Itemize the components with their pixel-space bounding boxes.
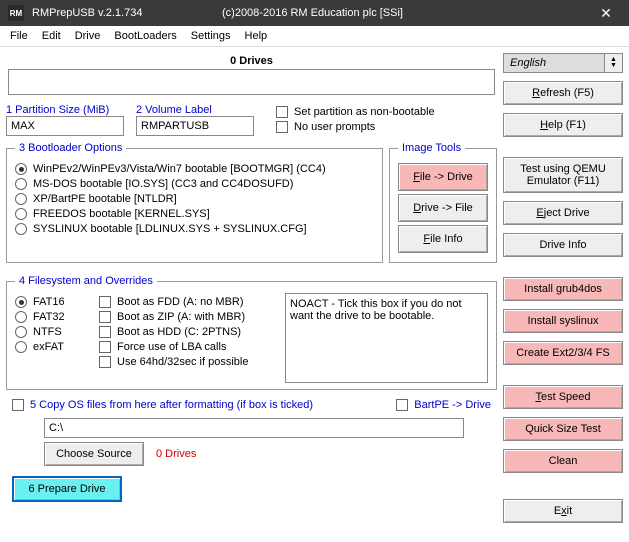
app-icon: RM [8, 5, 24, 21]
fs-chk-64hd-label: Use 64hd/32sec if possible [117, 356, 248, 368]
fs-radio-fat32[interactable] [15, 311, 27, 323]
file-info-button[interactable]: File Info [398, 225, 488, 253]
partition-size-input[interactable] [6, 116, 124, 136]
copy-status: 0 Drives [156, 448, 196, 460]
drive-to-file-button[interactable]: Drive -> File [398, 194, 488, 222]
fs-label-fat16: FAT16 [33, 296, 65, 308]
eject-drive-button[interactable]: Eject Drive [503, 201, 623, 225]
close-icon[interactable]: ✕ [591, 5, 621, 22]
fs-label-exfat: exFAT [33, 341, 64, 353]
drives-count-label: 0 Drives [6, 53, 497, 69]
image-tools-group: Image Tools FFile -> Driveile -> Drive D… [389, 142, 497, 263]
fs-chk-zip-label: Boot as ZIP (A: with MBR) [117, 311, 245, 323]
boot-label-winpe: WinPEv2/WinPEv3/Vista/Win7 bootable [BOO… [33, 163, 326, 175]
spinner-arrows-icon[interactable]: ▲▼ [605, 53, 623, 73]
partition-size-label: 1 Partition Size (MiB) [6, 104, 124, 116]
install-syslinux-button[interactable]: Install syslinux [503, 309, 623, 333]
menu-file[interactable]: File [10, 30, 28, 42]
boot-radio-xp[interactable] [15, 193, 27, 205]
fs-label-ntfs: NTFS [33, 326, 62, 338]
drives-list[interactable] [8, 69, 495, 95]
fs-chk-zip[interactable] [99, 311, 111, 323]
volume-label-label: 2 Volume Label [136, 104, 254, 116]
noprompts-checkbox[interactable] [276, 121, 288, 133]
language-value: English [503, 53, 605, 73]
test-speed-button[interactable]: Test Speed [503, 385, 623, 409]
refresh-button[interactable]: Refresh (F5) [503, 81, 623, 105]
titlebar: RM RMPrepUSB v.2.1.734 (c)2008-2016 RM E… [0, 0, 629, 26]
filesystem-group: 4 Filesystem and Overrides FAT16 FAT32 N… [6, 275, 497, 390]
fs-chk-lba-label: Force use of LBA calls [117, 341, 226, 353]
fs-radio-fat16[interactable] [15, 296, 27, 308]
fs-radio-exfat[interactable] [15, 341, 27, 353]
menu-help[interactable]: Help [245, 30, 268, 42]
boot-label-xp: XP/BartPE bootable [NTLDR] [33, 193, 177, 205]
boot-label-freedos: FREEDOS bootable [KERNEL.SYS] [33, 208, 210, 220]
bootloader-legend: 3 Bootloader Options [15, 142, 126, 154]
language-selector[interactable]: English ▲▼ [503, 53, 623, 73]
fs-chk-hdd[interactable] [99, 326, 111, 338]
fs-chk-hdd-label: Boot as HDD (C: 2PTNS) [117, 326, 241, 338]
fs-radio-ntfs[interactable] [15, 326, 27, 338]
filesystem-legend: 4 Filesystem and Overrides [15, 275, 157, 287]
volume-label-input[interactable] [136, 116, 254, 136]
choose-source-button[interactable]: Choose Source [44, 442, 144, 466]
boot-label-msdos: MS-DOS bootable [IO.SYS] (CC3 and CC4DOS… [33, 178, 293, 190]
boot-radio-syslinux[interactable] [15, 223, 27, 235]
boot-label-syslinux: SYSLINUX bootable [LDLINUX.SYS + SYSLINU… [33, 223, 307, 235]
fs-label-fat32: FAT32 [33, 311, 65, 323]
bartpe-label: BartPE -> Drive [414, 399, 491, 411]
window-subtitle: (c)2008-2016 RM Education plc [SSi] [222, 7, 403, 19]
bootloader-options-group: 3 Bootloader Options WinPEv2/WinPEv3/Vis… [6, 142, 383, 263]
nonbootable-checkbox[interactable] [276, 106, 288, 118]
fs-chk-fdd-label: Boot as FDD (A: no MBR) [117, 296, 244, 308]
menu-settings[interactable]: Settings [191, 30, 231, 42]
noprompts-label: No user prompts [294, 121, 375, 133]
nonbootable-label: Set partition as non-bootable [294, 106, 435, 118]
boot-radio-winpe[interactable] [15, 163, 27, 175]
fs-chk-lba[interactable] [99, 341, 111, 353]
bartpe-checkbox[interactable] [396, 399, 408, 411]
create-ext-button[interactable]: Create Ext2/3/4 FS [503, 341, 623, 365]
qemu-button[interactable]: Test using QEMUEmulator (F11) [503, 157, 623, 193]
menu-drive[interactable]: Drive [75, 30, 101, 42]
file-to-drive-button[interactable]: FFile -> Driveile -> Drive [398, 163, 488, 191]
prepare-drive-button[interactable]: 6 Prepare Drive [12, 476, 122, 502]
menubar: File Edit Drive BootLoaders Settings Hel… [0, 26, 629, 47]
help-button[interactable]: Help (F1) [503, 113, 623, 137]
window-title: RMPrepUSB v.2.1.734 [32, 7, 222, 19]
menu-edit[interactable]: Edit [42, 30, 61, 42]
install-grub4dos-button[interactable]: Install grub4dos [503, 277, 623, 301]
boot-radio-freedos[interactable] [15, 208, 27, 220]
fs-chk-64hd[interactable] [99, 356, 111, 368]
copy-os-checkbox[interactable] [12, 399, 24, 411]
menu-bootloaders[interactable]: BootLoaders [114, 30, 176, 42]
fs-note: NOACT - Tick this box if you do not want… [285, 293, 488, 383]
quick-size-test-button[interactable]: Quick Size Test [503, 417, 623, 441]
image-tools-legend: Image Tools [398, 142, 465, 154]
copy-os-label: 5 Copy OS files from here after formatti… [30, 399, 313, 411]
source-path-input[interactable] [44, 418, 464, 438]
boot-radio-msdos[interactable] [15, 178, 27, 190]
clean-button[interactable]: Clean [503, 449, 623, 473]
exit-button[interactable]: Exit [503, 499, 623, 523]
drive-info-button[interactable]: Drive Info [503, 233, 623, 257]
fs-chk-fdd[interactable] [99, 296, 111, 308]
